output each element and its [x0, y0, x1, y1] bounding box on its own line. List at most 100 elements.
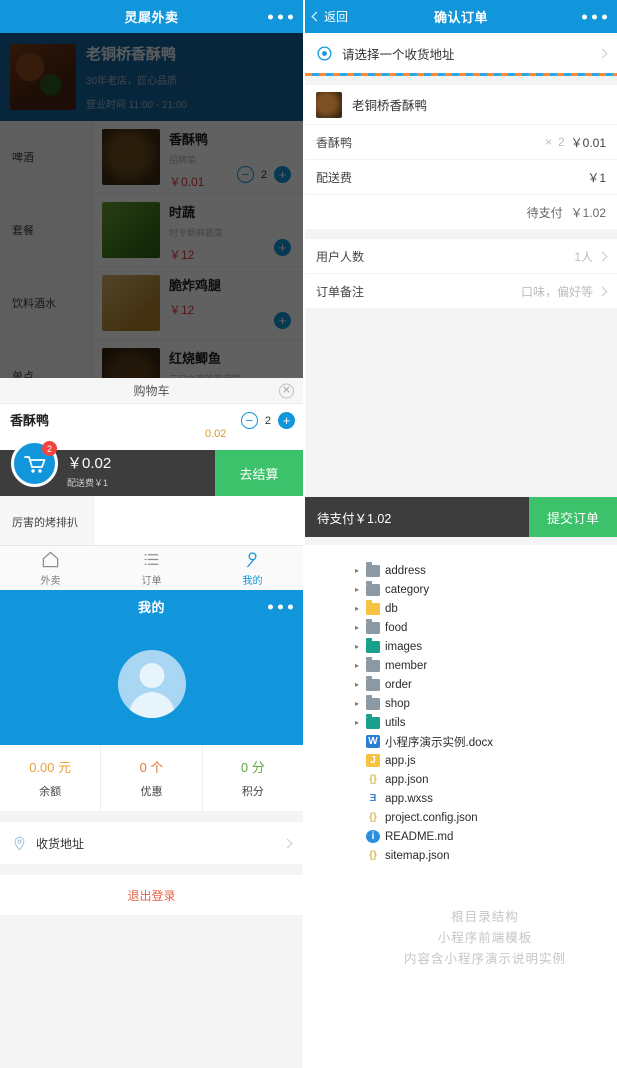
- order-item-right: × 2 ￥0.01: [545, 134, 606, 151]
- folder-icon: [366, 695, 380, 710]
- order-item-label: 香酥鸭: [316, 135, 353, 150]
- watermark-line-2: 小程序前端模板: [437, 931, 533, 945]
- order-item-price: ￥1: [587, 170, 606, 185]
- profile-navbar: 我的: [0, 590, 303, 623]
- more-dots-icon[interactable]: [268, 604, 293, 609]
- chevron-left-icon: [311, 11, 322, 22]
- chevron-right-icon[interactable]: ▸: [353, 718, 361, 727]
- section-gap: [305, 76, 617, 85]
- chevron-right-icon[interactable]: ▸: [353, 604, 361, 613]
- pay-bar: 待支付￥1.02 提交订单: [305, 497, 617, 537]
- tree-file[interactable]: ▸ Ǝ app.wxss: [353, 789, 617, 808]
- shopping-cart-icon[interactable]: 2: [11, 440, 58, 487]
- tree-item-label: category: [385, 583, 430, 596]
- page-title: 确认订单: [433, 10, 488, 25]
- profile-address-row[interactable]: 收货地址: [0, 822, 303, 864]
- tab-label: 我的: [242, 575, 263, 587]
- tab-label: 订单: [141, 575, 162, 587]
- folder-icon: [366, 581, 380, 596]
- file-tree: ▸ address ▸ category ▸ db ▸ food ▸ image…: [305, 545, 617, 970]
- tree-item-label: member: [385, 659, 428, 672]
- order-remark-row[interactable]: 订单备注 口味，偏好等: [305, 273, 617, 308]
- tree-folder[interactable]: ▸ shop: [353, 694, 617, 713]
- tree-file[interactable]: ▸ W 小程序演示实例.docx: [353, 732, 617, 751]
- default-avatar-icon[interactable]: [117, 650, 186, 718]
- tree-file[interactable]: ▸ {} project.config.json: [353, 808, 617, 827]
- location-target-icon: [317, 45, 332, 61]
- tree-item-label: app.wxss: [385, 792, 433, 805]
- tree-item-label: shop: [385, 697, 410, 710]
- wxss-file-icon: Ǝ: [369, 793, 377, 804]
- more-dots-icon[interactable]: [268, 14, 293, 19]
- tab-orders[interactable]: 订单: [101, 546, 202, 590]
- chevron-right-icon[interactable]: ▸: [353, 642, 361, 651]
- order-item-price: ￥0.01: [570, 135, 606, 150]
- chevron-right-icon[interactable]: ▸: [353, 566, 361, 575]
- screenshot-root: 灵犀外卖 老铜桥香酥鸭 30年老店，匠心品质 营业时间 11:00 - 21:0…: [0, 0, 617, 1068]
- left-phone-column: 灵犀外卖 老铜桥香酥鸭 30年老店，匠心品质 营业时间 11:00 - 21:0…: [0, 0, 303, 1068]
- order-item-label: 配送费: [316, 170, 353, 185]
- tree-folder[interactable]: ▸ member: [353, 656, 617, 675]
- tree-folder[interactable]: ▸ food: [353, 618, 617, 637]
- option-label: 用户人数: [316, 249, 365, 264]
- chevron-right-icon[interactable]: ▸: [353, 585, 361, 594]
- chevron-right-icon[interactable]: ▸: [353, 699, 361, 708]
- chevron-right-icon: [597, 251, 608, 261]
- close-icon[interactable]: ✕: [279, 383, 294, 398]
- json-file-icon: {}: [369, 850, 377, 861]
- tree-item-label: app.js: [385, 754, 416, 767]
- tree-folder[interactable]: ▸ utils: [353, 713, 617, 732]
- plus-circle-icon[interactable]: +: [278, 412, 295, 429]
- address-picker-row[interactable]: 请选择一个收货地址: [305, 33, 617, 73]
- more-dots-icon[interactable]: [582, 14, 607, 19]
- chevron-right-icon[interactable]: ▸: [353, 623, 361, 632]
- tree-file[interactable]: ▸ i README.md: [353, 827, 617, 846]
- tree-folder[interactable]: ▸ category: [353, 580, 617, 599]
- list-icon: [144, 553, 159, 565]
- tree-folder[interactable]: ▸ order: [353, 675, 617, 694]
- tabbar-top: 外卖 订单 我的: [0, 545, 303, 590]
- tree-folder[interactable]: ▸ images: [353, 637, 617, 656]
- right-phone-column: 返回 确认订单 请选择一个收货地址 老铜桥香酥鸭 香酥鸭 × 2 ￥0.01 配…: [305, 0, 617, 1068]
- tab-profile[interactable]: 我的: [202, 546, 303, 590]
- order-navbar: 返回 确认订单: [305, 0, 617, 33]
- cart-sheet: 购物车 ✕ 香酥鸭 0.02 − 2 + 2 ￥0.02 配送费￥1 去结算: [0, 378, 303, 496]
- stat-balance[interactable]: 0.00 元 余额: [0, 745, 102, 811]
- submit-order-button[interactable]: 提交订单: [529, 497, 617, 537]
- json-file-icon: {}: [369, 812, 377, 823]
- section-gap: [305, 229, 617, 238]
- back-button[interactable]: 返回: [305, 8, 348, 25]
- tab-takeout[interactable]: 外卖: [0, 546, 101, 590]
- shop-photo: [316, 91, 342, 118]
- chevron-right-icon[interactable]: ▸: [353, 680, 361, 689]
- logout-button[interactable]: 退出登录: [0, 875, 303, 915]
- stat-coupons[interactable]: 0 个 优惠: [101, 745, 203, 811]
- order-people-row[interactable]: 用户人数 1人: [305, 238, 617, 273]
- option-label: 订单备注: [316, 284, 365, 299]
- location-pin-icon: [14, 836, 25, 851]
- cart-stepper: − 2 +: [240, 412, 295, 429]
- back-label: 返回: [324, 10, 349, 24]
- tree-file[interactable]: ▸ {} sitemap.json: [353, 846, 617, 865]
- tree-file[interactable]: ▸ J app.js: [353, 751, 617, 770]
- modal-dim-overlay[interactable]: [0, 33, 303, 378]
- user-icon: [247, 551, 257, 567]
- chevron-right-icon[interactable]: ▸: [353, 661, 361, 670]
- folder-icon: [366, 676, 380, 691]
- stat-points[interactable]: 0 分 积分: [203, 745, 303, 811]
- chevron-right-icon: [282, 838, 293, 848]
- cart-amount: ￥0.02 配送费￥1: [67, 455, 111, 491]
- tree-item-label: app.json: [385, 773, 429, 786]
- profile-header: [0, 623, 303, 745]
- tree-item-label: sitemap.json: [385, 849, 450, 862]
- checkout-button[interactable]: 去结算: [215, 450, 303, 496]
- tree-folder[interactable]: ▸ address: [353, 561, 617, 580]
- docx-file-icon: W: [366, 735, 380, 748]
- option-right: 口味，偏好等: [521, 283, 608, 300]
- order-shop-row: 老铜桥香酥鸭: [305, 85, 617, 124]
- order-confirm-screen: 返回 确认订单 请选择一个收货地址 老铜桥香酥鸭 香酥鸭 × 2 ￥0.01 配…: [305, 0, 617, 545]
- tree-file[interactable]: ▸ {} app.json: [353, 770, 617, 789]
- minus-circle-icon[interactable]: −: [240, 412, 258, 429]
- order-total-label: 待支付: [526, 205, 563, 220]
- tree-folder[interactable]: ▸ db: [353, 599, 617, 618]
